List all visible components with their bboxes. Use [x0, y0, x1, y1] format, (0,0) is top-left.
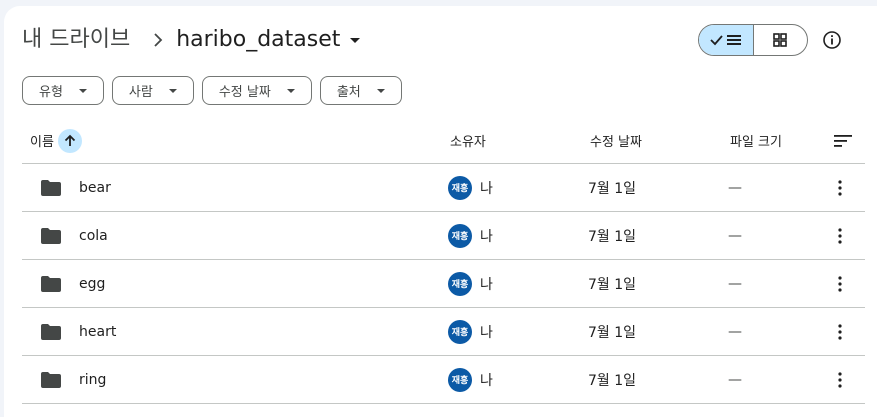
- breadcrumb-current-folder[interactable]: haribo_dataset: [176, 22, 361, 58]
- file-name[interactable]: bear: [79, 164, 111, 211]
- file-size: —: [728, 275, 742, 292]
- owner-cell: 재홍 나: [448, 260, 493, 307]
- sort-direction-button[interactable]: [57, 128, 82, 153]
- more-actions-button[interactable]: [828, 164, 852, 211]
- file-size: —: [728, 323, 742, 340]
- avatar: 재홍: [448, 367, 472, 392]
- owner-cell: 재홍 나: [448, 164, 493, 211]
- folder-icon: [40, 308, 62, 355]
- file-size: —: [728, 371, 742, 388]
- sort-lines-icon: [834, 134, 852, 147]
- filter-bar: 유형 사람 수정 날짜 출처: [22, 76, 402, 105]
- more-actions-button[interactable]: [828, 260, 852, 307]
- view-toggle: [698, 24, 808, 56]
- avatar: 재홍: [448, 223, 472, 248]
- modified-date: 7월 1일: [588, 372, 637, 389]
- owner-label: 나: [480, 324, 493, 341]
- chevron-right-icon: [140, 22, 176, 58]
- breadcrumb-current-label: haribo_dataset: [176, 27, 341, 52]
- folder-icon: [40, 212, 62, 259]
- owner-label: 나: [480, 180, 493, 197]
- column-name-label: 이름: [30, 135, 54, 150]
- folder-icon: [40, 356, 62, 403]
- more-actions-button[interactable]: [828, 356, 852, 403]
- list-view-button[interactable]: [699, 25, 754, 55]
- modified-date: 7월 1일: [588, 228, 637, 245]
- avatar: 재홍: [448, 175, 472, 200]
- file-name[interactable]: egg: [79, 260, 105, 307]
- owner-label: 나: [480, 228, 493, 245]
- arrow-up-icon: [64, 134, 76, 146]
- file-name[interactable]: heart: [79, 308, 116, 355]
- owner-label: 나: [480, 276, 493, 293]
- caret-down-icon: [168, 88, 177, 93]
- table-row[interactable]: egg 재홍 나 7월 1일 —: [22, 260, 865, 308]
- filter-people-label: 사람: [128, 85, 153, 100]
- breadcrumb: 내 드라이브 haribo_dataset: [22, 22, 361, 58]
- filter-people-chip[interactable]: 사람: [111, 76, 194, 105]
- more-vert-icon: [838, 275, 842, 292]
- column-header-name[interactable]: 이름: [30, 118, 82, 163]
- table-row[interactable]: cola 재홍 나 7월 1일 —: [22, 212, 865, 260]
- column-modified-label: 수정 날짜: [590, 135, 642, 150]
- owner-cell: 재홍 나: [448, 356, 493, 403]
- more-vert-icon: [838, 179, 842, 196]
- more-actions-button[interactable]: [828, 212, 852, 259]
- caret-down-icon: [286, 88, 295, 93]
- file-size: —: [728, 227, 742, 244]
- grid-icon: [773, 33, 788, 47]
- sort-options-button[interactable]: [833, 118, 853, 163]
- column-size-label: 파일 크기: [730, 135, 782, 150]
- folder-icon: [40, 260, 62, 307]
- filter-type-label: 유형: [39, 85, 63, 100]
- file-name[interactable]: ring: [79, 356, 106, 403]
- breadcrumb-root[interactable]: 내 드라이브: [22, 22, 130, 58]
- more-actions-button[interactable]: [828, 308, 852, 355]
- grid-view-button[interactable]: [754, 25, 808, 55]
- avatar: 재홍: [448, 319, 472, 344]
- filter-source-chip[interactable]: 출처: [319, 76, 402, 105]
- caret-down-icon: [350, 37, 361, 43]
- check-list-icon: [710, 35, 741, 46]
- table-row[interactable]: bear 재홍 나 7월 1일 —: [22, 164, 865, 212]
- file-size: —: [728, 179, 742, 196]
- file-name[interactable]: cola: [79, 212, 108, 259]
- filter-modified-label: 수정 날짜: [218, 85, 271, 100]
- filter-type-chip[interactable]: 유형: [22, 76, 104, 105]
- more-vert-icon: [838, 323, 842, 340]
- filter-modified-chip[interactable]: 수정 날짜: [201, 76, 312, 105]
- caret-down-icon: [376, 88, 385, 93]
- column-header-size[interactable]: 파일 크기: [730, 118, 782, 163]
- table-row[interactable]: ring 재홍 나 7월 1일 —: [22, 356, 865, 404]
- caret-down-icon: [78, 88, 87, 93]
- table-header: 이름 소유자 수정 날짜 파일 크기: [22, 118, 865, 164]
- folder-icon: [40, 164, 62, 211]
- table-row[interactable]: heart 재홍 나 7월 1일 —: [22, 308, 865, 356]
- modified-date: 7월 1일: [588, 276, 637, 293]
- owner-cell: 재홍 나: [448, 212, 493, 259]
- filter-source-label: 출처: [336, 85, 361, 100]
- info-icon: [823, 31, 841, 49]
- more-vert-icon: [838, 227, 842, 244]
- column-owner-label: 소유자: [450, 135, 486, 150]
- modified-date: 7월 1일: [588, 180, 637, 197]
- avatar: 재홍: [448, 271, 472, 296]
- column-header-owner[interactable]: 소유자: [450, 118, 486, 163]
- owner-cell: 재홍 나: [448, 308, 493, 355]
- owner-label: 나: [480, 372, 493, 389]
- column-header-modified[interactable]: 수정 날짜: [590, 118, 642, 163]
- modified-date: 7월 1일: [588, 324, 637, 341]
- info-button[interactable]: [816, 24, 848, 56]
- more-vert-icon: [838, 371, 842, 388]
